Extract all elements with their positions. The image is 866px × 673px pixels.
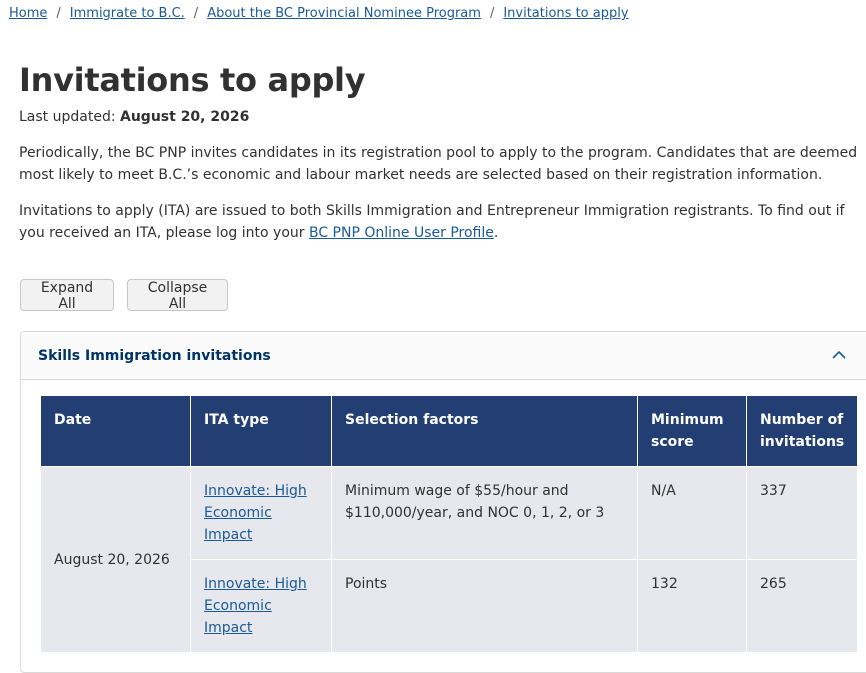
last-updated-date: August 20, 2026 [120, 109, 250, 125]
online-user-profile-link[interactable]: BC PNP Online User Profile [309, 225, 494, 241]
table-header-row: Date ITA type Selection factors Minimum … [40, 395, 859, 467]
last-updated: Last updated: August 20, 2026 [19, 107, 249, 127]
skills-immigration-accordion: Skills Immigration invitations Date ITA … [20, 331, 866, 673]
breadcrumb-current-link[interactable]: Invitations to apply [503, 5, 628, 23]
invitations-count-cell: 337 [745, 466, 859, 560]
header-ita-type: ITA type [190, 395, 332, 467]
minimum-score-cell: N/A [637, 466, 747, 560]
selection-factors-cell: Points [331, 559, 638, 653]
breadcrumb-separator: / [489, 6, 495, 21]
accordion-title: Skills Immigration invitations [38, 347, 271, 364]
breadcrumb-separator: / [56, 6, 61, 21]
breadcrumb-immigrate-link[interactable]: Immigrate to B.C. [70, 5, 185, 23]
chevron-up-icon[interactable] [831, 347, 847, 367]
last-updated-label: Last updated: [19, 109, 116, 125]
ita-type-link[interactable]: Innovate: High Economic Impact [204, 483, 307, 543]
date-cell: August 20, 2026 [40, 466, 191, 653]
breadcrumb-home-link[interactable]: Home [9, 5, 47, 23]
ita-info-end: . [493, 225, 499, 241]
breadcrumb-separator: / [193, 6, 199, 21]
ita-info-paragraph: Invitations to apply (ITA) are issued to… [19, 200, 866, 244]
invitations-count-cell: 265 [745, 559, 859, 653]
selection-factors-cell: Minimum wage of $55/hour and $110,000/ye… [331, 466, 638, 560]
minimum-score-cell: 132 [637, 559, 747, 653]
header-date: Date [40, 395, 191, 467]
accordion-header[interactable]: Skills Immigration invitations [21, 332, 866, 380]
header-minimum-score: Minimum score [637, 395, 747, 467]
collapse-all-button[interactable]: Collapse All [127, 279, 228, 312]
header-selection-factors: Selection factors [331, 395, 638, 467]
intro-paragraph: Periodically, the BC PNP invites candida… [19, 145, 858, 183]
expand-all-button[interactable]: Expand All [20, 279, 114, 312]
ita-type-cell: Innovate: High Economic Impact [190, 559, 332, 653]
ita-type-cell: Innovate: High Economic Impact [190, 466, 332, 560]
breadcrumb: Home / Immigrate to B.C. / About the BC … [9, 5, 629, 23]
invitations-table: Date ITA type Selection factors Minimum … [40, 395, 859, 653]
table-row: August 20, 2026 Innovate: High Economic … [40, 466, 859, 653]
page-title: Invitations to apply [19, 61, 366, 99]
header-number-of-invitations: Number of invitations [745, 395, 859, 467]
ita-type-link[interactable]: Innovate: High Economic Impact [204, 576, 307, 636]
breadcrumb-about-pnp-link[interactable]: About the BC Provincial Nominee Program [207, 5, 481, 23]
